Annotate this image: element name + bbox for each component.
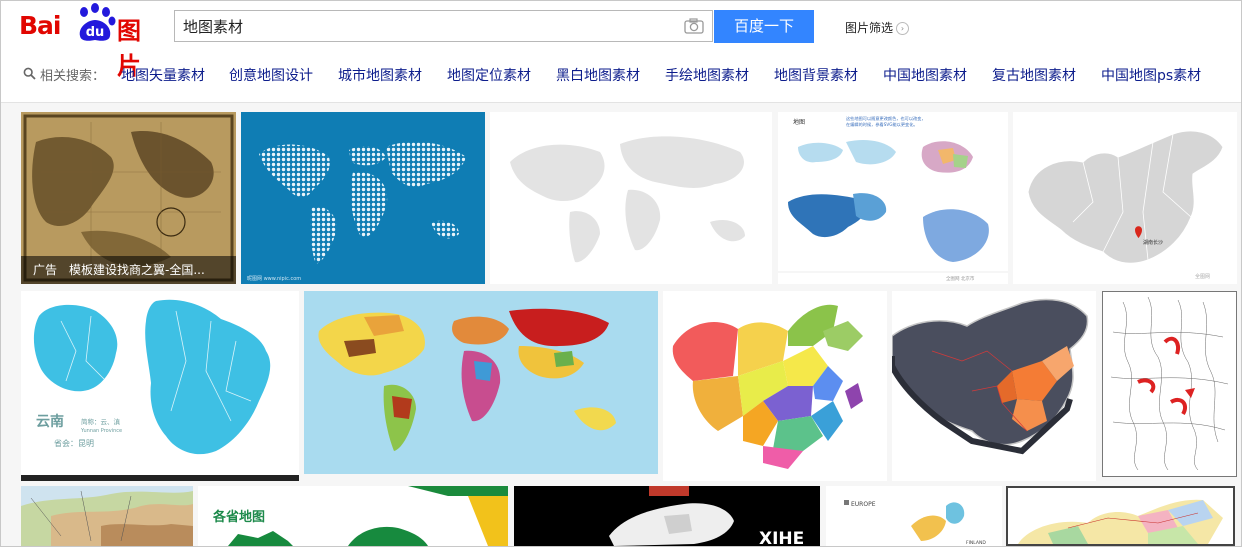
header: Bai du 图片 百度一下 图片筛选›: [1, 1, 1241, 103]
search-box: [174, 10, 713, 42]
yunnan-capital: 省会：昆明: [54, 438, 94, 448]
province-maps-thumbnail: 各省地图: [198, 486, 508, 546]
china-gray-map-thumbnail: 湖南长沙 全图网: [1013, 112, 1237, 284]
image-result-ad[interactable]: 广告 模板建设找商之翼-全国...: [21, 112, 236, 284]
city-pin-label: 湖南长沙: [1143, 239, 1163, 246]
yunnan-abbr: 简称：云、滇: [81, 417, 121, 426]
svg-text:在编辑的时候，参看SVG能以更变化。: 在编辑的时候，参看SVG能以更变化。: [846, 121, 918, 128]
paw-logo-icon: du: [79, 3, 116, 41]
search-button[interactable]: 百度一下: [714, 10, 814, 43]
related-label: 相关搜索：: [40, 69, 106, 84]
political-world-map-thumbnail: [304, 291, 658, 474]
search-icon: [23, 67, 36, 80]
image-filter-link[interactable]: 图片筛选 ›: [845, 19, 910, 36]
colored-china-map-thumbnail: [663, 291, 887, 481]
related-link[interactable]: 中国地图素材: [883, 65, 967, 85]
image-result[interactable]: [1102, 291, 1237, 477]
related-link[interactable]: 城市地图素材: [338, 65, 422, 85]
ad-tag: 广告: [33, 263, 58, 277]
svg-text:全图网: 全图网: [1195, 273, 1210, 280]
svg-map-infographic-thumbnail: 地图 这些地图可以随意更改颜色，也可以改变， 在编辑的时候，参看SVG能以更变化…: [778, 112, 1008, 284]
related-link[interactable]: 中国地图ps素材: [1101, 65, 1201, 85]
related-link[interactable]: 手绘地图素材: [665, 65, 749, 85]
related-link[interactable]: 地图定位素材: [447, 65, 531, 85]
image-result[interactable]: XIHE: [514, 486, 820, 546]
image-result[interactable]: [663, 291, 887, 481]
xihe-dark-map-thumbnail: XIHE: [514, 486, 820, 546]
xihe-brand: XIHE: [759, 529, 804, 546]
image-result[interactable]: 云南 简称：云、滇 Yunnan Province 省会：昆明: [21, 291, 299, 481]
route-sketch-map-thumbnail: [1103, 292, 1234, 474]
image-result[interactable]: [490, 112, 772, 284]
svg-text:全图网 北京市: 全图网 北京市: [946, 275, 975, 282]
related-link[interactable]: 黑白地图素材: [556, 65, 640, 85]
image-result[interactable]: [21, 486, 193, 546]
logo-bai: Bai: [19, 11, 61, 40]
yunnan-en: Yunnan Province: [80, 428, 122, 434]
chevron-right-icon: ›: [896, 22, 910, 35]
gray-world-map-thumbnail: [490, 112, 772, 284]
image-result[interactable]: [304, 291, 658, 474]
logo-du: du: [86, 25, 105, 40]
related-link[interactable]: 地图背景素材: [774, 65, 858, 85]
3d-dark-china-map-thumbnail: [892, 291, 1096, 481]
europe-label: EUROPE: [851, 501, 876, 508]
image-results-grid: 广告 模板建设找商之翼-全国... 昵图网 www.nipic.com 地图 这…: [1, 103, 1241, 546]
terrain-map-thumbnail: [21, 486, 193, 546]
ad-caption: 广告 模板建设找商之翼-全国...: [21, 256, 236, 284]
finland-label: FINLAND: [966, 540, 986, 546]
image-result[interactable]: [892, 291, 1096, 481]
pastel-china-map-thumbnail: [1008, 488, 1233, 544]
europe-infographic-thumbnail: EUROPE FINLAND: [826, 486, 1002, 546]
baidu-images-logo[interactable]: Bai du 图片: [19, 3, 164, 80]
search-input[interactable]: [175, 11, 683, 41]
image-result[interactable]: 地图 这些地图可以随意更改颜色，也可以改变， 在编辑的时候，参看SVG能以更变化…: [778, 112, 1008, 284]
image-result[interactable]: 湖南长沙 全图网: [1013, 112, 1237, 284]
related-link[interactable]: 复古地图素材: [992, 65, 1076, 85]
provinces-title: 各省地图: [212, 509, 265, 525]
image-search-page: Bai du 图片 百度一下 图片筛选›: [0, 0, 1242, 547]
image-result[interactable]: 各省地图: [198, 486, 508, 546]
map-caption-title: 地图: [793, 118, 805, 126]
image-result[interactable]: EUROPE FINLAND: [826, 486, 1002, 546]
image-filter-label: 图片筛选: [845, 21, 894, 35]
image-result[interactable]: 昵图网 www.nipic.com: [241, 112, 485, 284]
yunnan-map-thumbnail: 云南 简称：云、滇 Yunnan Province 省会：昆明: [21, 291, 299, 481]
related-link[interactable]: 地图矢量素材: [121, 65, 205, 85]
image-result[interactable]: [1006, 486, 1235, 546]
svg-text:这些地图可以随意更改颜色，也可以改变，: 这些地图可以随意更改颜色，也可以改变，: [846, 115, 926, 122]
ad-title: 模板建设找商之翼-全国...: [69, 263, 205, 277]
dotted-world-map-thumbnail: 昵图网 www.nipic.com: [241, 112, 485, 284]
camera-icon[interactable]: [684, 18, 704, 34]
yunnan-title: 云南: [36, 413, 64, 430]
svg-text:昵图网 www.nipic.com: 昵图网 www.nipic.com: [247, 276, 301, 282]
related-link[interactable]: 创意地图设计: [229, 65, 313, 85]
